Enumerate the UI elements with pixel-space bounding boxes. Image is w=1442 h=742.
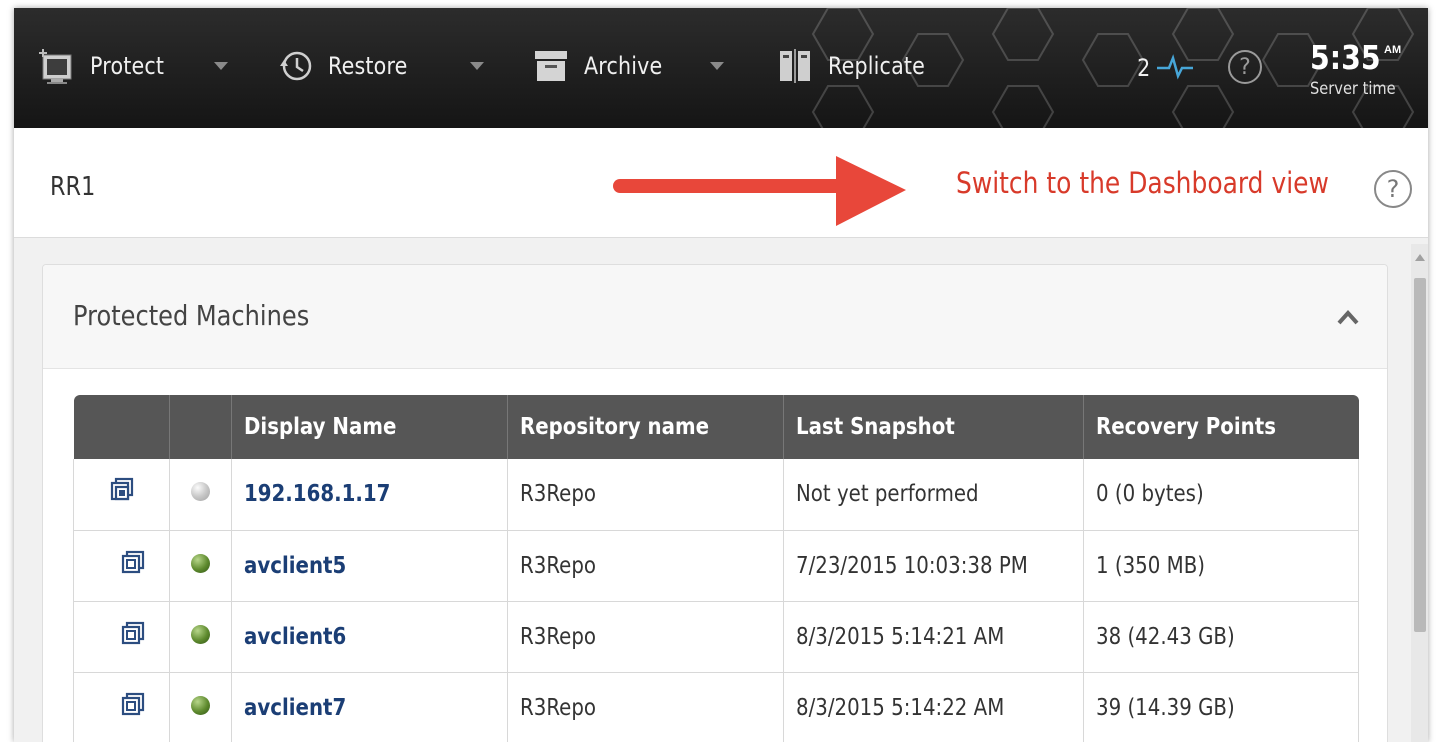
nav-archive-label: Archive [584,52,663,80]
top-navigation-bar: Protect Restore Archive Replicate 2 ? 5:… [14,8,1428,128]
chevron-down-icon [710,62,724,70]
table-row[interactable]: avclient5 R3Repo 7/23/2015 10:03:38 PM 1… [73,530,1359,602]
machine-icon [73,672,170,742]
help-icon[interactable]: ? [1228,50,1262,84]
machine-cluster-icon [73,459,170,531]
restore-clock-icon [276,47,314,85]
column-header-display-name[interactable]: Display Name [231,395,508,459]
red-arrow-annotation [613,156,906,226]
table-header-row: Display Name Repository name Last Snapsh… [73,395,1359,459]
replicate-icon [776,47,814,85]
nav-archive-dropdown[interactable] [710,44,724,88]
alert-count: 2 [1137,54,1151,82]
status-indicator-green [169,601,232,673]
switch-to-dashboard-link[interactable]: Switch to the Dashboard view [956,166,1329,200]
repository-cell: R3Repo [507,530,784,602]
pulse-activity-icon [1155,48,1195,89]
help-symbol: ? [1239,54,1251,80]
nav-protect-label: Protect [90,52,165,80]
nav-restore-label: Restore [328,52,408,80]
last-snapshot-cell: 8/3/2015 5:14:22 AM [783,672,1084,742]
column-header-status [169,395,232,459]
column-header-repository-name[interactable]: Repository name [507,395,784,459]
status-indicator-green [169,530,232,602]
server-clock: 5:35 AM Server time [1310,38,1420,99]
last-snapshot-cell: 7/23/2015 10:03:38 PM [783,530,1084,602]
machine-name-link[interactable]: 192.168.1.17 [231,459,508,531]
table-row[interactable]: 192.168.1.17 R3Repo Not yet performed 0 … [73,459,1359,531]
chevron-down-icon [214,62,228,70]
nav-restore-dropdown[interactable] [470,44,484,88]
status-indicator-green [169,672,232,742]
column-header-recovery-points[interactable]: Recovery Points [1083,395,1359,459]
archive-box-icon [532,47,570,85]
machine-name-link[interactable]: avclient5 [231,530,508,602]
nav-replicate[interactable]: Replicate [776,44,941,88]
nav-protect-dropdown[interactable] [214,44,228,88]
machine-icon [73,530,170,602]
repository-cell: R3Repo [507,459,784,531]
chevron-up-icon[interactable] [1337,307,1359,329]
protected-machines-panel: Protected Machines Display Name Reposito… [42,264,1388,742]
nav-restore[interactable]: Restore [276,44,420,88]
scrollbar-thumb[interactable] [1414,278,1426,632]
repository-cell: R3Repo [507,672,784,742]
status-indicator-grey [169,459,232,531]
column-header-type [73,395,170,459]
panel-header: Protected Machines [43,265,1387,369]
table-row[interactable]: avclient6 R3Repo 8/3/2015 5:14:21 AM 38 … [73,601,1359,673]
protected-machines-table: Display Name Repository name Last Snapsh… [73,395,1359,742]
app-window: Protect Restore Archive Replicate 2 ? 5:… [14,8,1428,742]
recovery-points-cell: 39 (14.39 GB) [1083,672,1359,742]
repository-cell: R3Repo [507,601,784,673]
recovery-points-cell: 0 (0 bytes) [1083,459,1359,531]
recovery-points-cell: 38 (42.43 GB) [1083,601,1359,673]
protect-icon [38,47,76,85]
nav-replicate-label: Replicate [828,52,926,80]
server-time: 5:35 [1310,38,1381,77]
last-snapshot-cell: 8/3/2015 5:14:21 AM [783,601,1084,673]
scroll-up-arrow-icon[interactable] [1415,254,1425,261]
help-icon[interactable]: ? [1374,170,1412,208]
table-row[interactable]: avclient7 R3Repo 8/3/2015 5:14:22 AM 39 … [73,672,1359,742]
help-symbol: ? [1386,175,1400,203]
machine-icon [73,601,170,673]
server-time-ampm: AM [1384,44,1402,56]
page-header: RR1 Switch to the Dashboard view ? [14,128,1428,238]
column-header-last-snapshot[interactable]: Last Snapshot [783,395,1084,459]
machine-name-link[interactable]: avclient7 [231,672,508,742]
recovery-points-cell: 1 (350 MB) [1083,530,1359,602]
server-time-caption: Server time [1310,79,1396,99]
nav-protect[interactable]: Protect [38,44,176,88]
chevron-down-icon [470,62,484,70]
page-title: RR1 [50,172,96,202]
nav-archive[interactable]: Archive [532,44,675,88]
machine-name-link[interactable]: avclient6 [231,601,508,673]
last-snapshot-cell: Not yet performed [783,459,1084,531]
panel-title: Protected Machines [73,299,310,332]
alerts-indicator[interactable]: 2 [1136,48,1195,88]
